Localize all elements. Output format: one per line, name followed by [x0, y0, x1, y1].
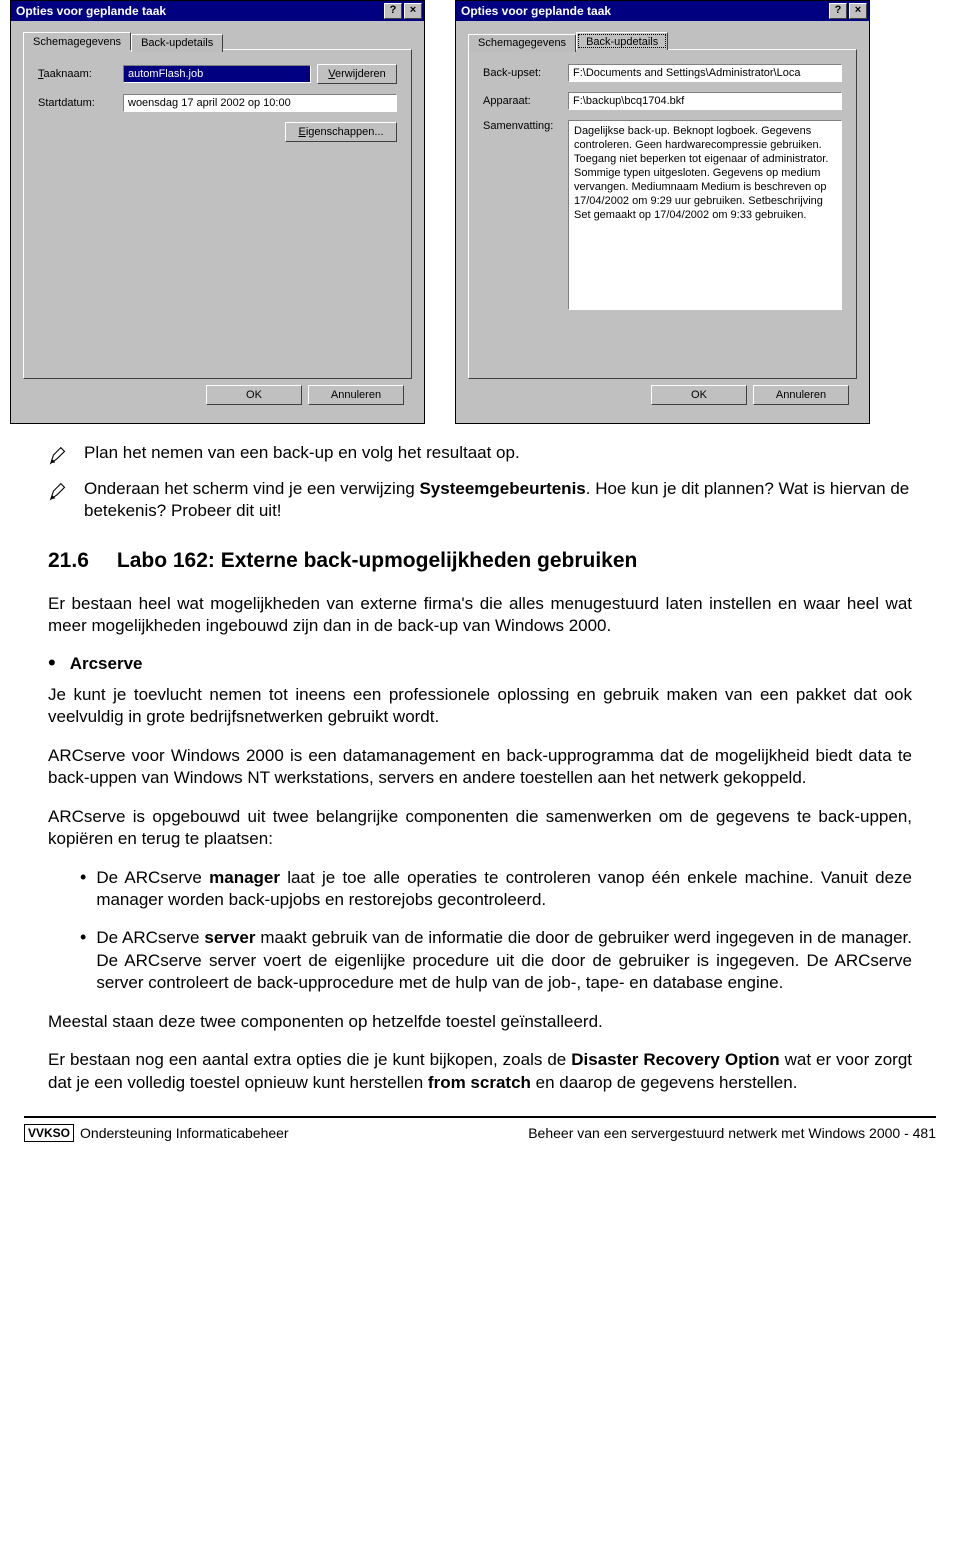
tab-schemagegevens[interactable]: Schemagegevens [23, 32, 131, 50]
annuleren-button[interactable]: Annuleren [753, 385, 849, 405]
footer-right: Beheer van een servergestuurd netwerk me… [528, 1125, 936, 1141]
footer-left: Ondersteuning Informaticabeheer [80, 1125, 289, 1141]
startdatum-label: Startdatum: [38, 97, 123, 109]
tab-schemagegevens[interactable]: Schemagegevens [468, 34, 576, 52]
backupset-field: F:\Documents and Settings\Administrator\… [568, 64, 842, 82]
verwijderen-button[interactable]: Verwijderen [317, 64, 397, 84]
ok-button[interactable]: OK [651, 385, 747, 405]
ok-button[interactable]: OK [206, 385, 302, 405]
help-button[interactable]: ? [829, 3, 847, 19]
close-button[interactable]: × [849, 3, 867, 19]
heading-number: 21.6 [48, 547, 89, 575]
annuleren-button[interactable]: Annuleren [308, 385, 404, 405]
tab-panel: Taaknaam: automFlash.job Verwijderen Sta… [23, 49, 412, 379]
bullet-heading: • Arcserve [48, 653, 912, 675]
paragraph: Je kunt je toevlucht nemen tot ineens ee… [48, 684, 912, 729]
bullet-dot: • [48, 653, 56, 675]
exercise-text: Plan het nemen van een back-up en volg h… [84, 442, 520, 466]
paragraph: ARCserve voor Windows 2000 is een datama… [48, 745, 912, 790]
dialog-backupdetails: Opties voor geplande taak ? × Schemagege… [455, 0, 870, 424]
samenvatting-label: Samenvatting: [483, 120, 568, 132]
startdatum-field: woensdag 17 april 2002 op 10:00 [123, 94, 397, 112]
exercise-text: Onderaan het scherm vind je een verwijzi… [84, 478, 912, 523]
eigenschappen-button[interactable]: Eigenschappen... [285, 122, 397, 142]
taaknaam-field[interactable]: automFlash.job [123, 65, 311, 83]
bullet-dot: • [80, 867, 86, 912]
vvkso-logo: VVKSO [24, 1124, 74, 1142]
dialog-title: Opties voor geplande taak [461, 4, 611, 18]
bullet-dot: • [80, 927, 86, 994]
list-item: • De ARCserve manager laat je toe alle o… [80, 867, 912, 912]
taaknaam-label: Taaknaam: [38, 68, 123, 80]
samenvatting-field: Dagelijkse back-up. Beknopt logboek. Geg… [568, 120, 842, 310]
titlebar: Opties voor geplande taak ? × [11, 1, 424, 21]
paragraph: ARCserve is opgebouwd uit twee belangrij… [48, 806, 912, 851]
page-footer: VVKSO Ondersteuning Informaticabeheer Be… [24, 1116, 936, 1152]
titlebar: Opties voor geplande taak ? × [456, 1, 869, 21]
dialog-title: Opties voor geplande taak [16, 4, 166, 18]
apparaat-field: F:\backup\bcq1704.bkf [568, 92, 842, 110]
tab-backupdetails[interactable]: Back-updetails [576, 32, 668, 50]
close-button[interactable]: × [404, 3, 422, 19]
bullet-title: Arcserve [70, 653, 143, 675]
document-body: Plan het nemen van een back-up en volg h… [0, 424, 960, 1094]
list-item: • De ARCserve server maakt gebruik van d… [80, 927, 912, 994]
pen-icon [48, 444, 70, 466]
tab-panel: Back-upset: F:\Documents and Settings\Ad… [468, 49, 857, 379]
backupset-label: Back-upset: [483, 67, 568, 79]
paragraph: Meestal staan deze twee componenten op h… [48, 1011, 912, 1033]
paragraph: Er bestaan nog een aantal extra opties d… [48, 1049, 912, 1094]
section-heading: 21.6 Labo 162: Externe back-upmogelijkhe… [48, 547, 912, 575]
dialog-schema: Opties voor geplande taak ? × Schemagege… [10, 0, 425, 424]
paragraph: Er bestaan heel wat mogelijkheden van ex… [48, 593, 912, 638]
pen-icon [48, 480, 70, 502]
tab-backupdetails[interactable]: Back-updetails [131, 34, 223, 52]
heading-text: Labo 162: Externe back-upmogelijkheden g… [117, 547, 637, 575]
help-button[interactable]: ? [384, 3, 402, 19]
apparaat-label: Apparaat: [483, 95, 568, 107]
